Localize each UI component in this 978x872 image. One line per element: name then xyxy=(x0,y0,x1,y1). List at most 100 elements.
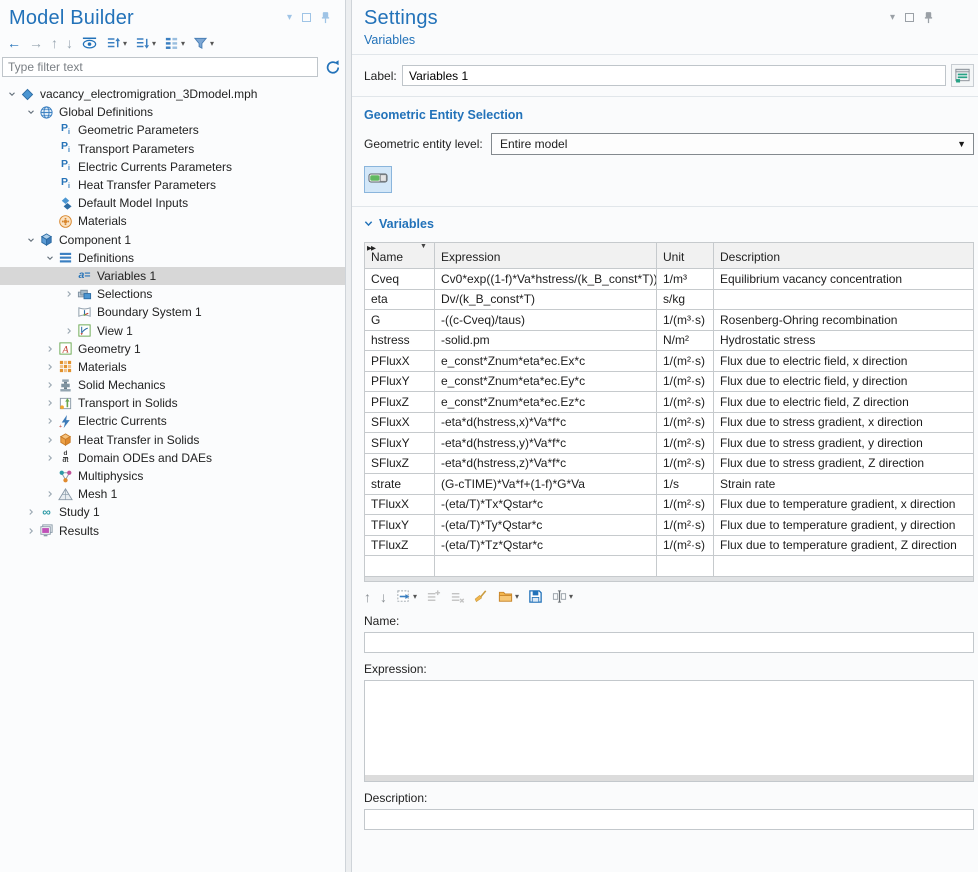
panel-menu-icon[interactable]: ▾ xyxy=(287,13,292,23)
variable-name-input[interactable] xyxy=(364,632,974,653)
label-input[interactable] xyxy=(402,65,946,86)
filter-input[interactable] xyxy=(2,57,318,77)
move-down-icon[interactable]: ↓ xyxy=(380,589,387,605)
tree-item-selections[interactable]: Selections xyxy=(0,285,345,303)
column-header-description[interactable]: Description xyxy=(714,243,974,269)
table-cell[interactable]: 1/(m²·s) xyxy=(657,453,714,474)
tree-item-geometry-1[interactable]: AGeometry 1 xyxy=(0,340,345,358)
tree-expander-icon[interactable] xyxy=(23,505,38,520)
table-cell[interactable] xyxy=(714,556,974,577)
table-cell[interactable]: 1/(m²·s) xyxy=(657,392,714,413)
tree-item-definitions[interactable]: Definitions xyxy=(0,249,345,267)
tree-item-vacancy-electromigration-3dmodel-mph[interactable]: vacancy_electromigration_3Dmodel.mph xyxy=(0,85,345,103)
tree-expander-icon[interactable] xyxy=(42,487,57,502)
table-cell[interactable]: Flux due to stress gradient, y direction xyxy=(714,433,974,454)
filter-icon[interactable]: ▾ xyxy=(193,35,214,51)
tree-expander-icon[interactable] xyxy=(4,87,19,102)
tree-item-boundary-system-1[interactable]: Boundary System 1 xyxy=(0,303,345,321)
tree-item-electric-currents-parameters[interactable]: PiElectric Currents Parameters xyxy=(0,158,345,176)
table-cell[interactable]: -(eta/T)*Tx*Qstar*c xyxy=(435,494,657,515)
table-cell[interactable]: 1/(m²·s) xyxy=(657,535,714,556)
tree-item-view-1[interactable]: View 1 xyxy=(0,321,345,339)
table-horizontal-scrollbar[interactable] xyxy=(364,577,974,582)
table-cell[interactable]: strate xyxy=(365,474,435,495)
table-cell[interactable]: e_const*Znum*eta*ec.Ez*c xyxy=(435,392,657,413)
table-cell[interactable]: (G-cTIME)*Va*f+(1-f)*G*Va xyxy=(435,474,657,495)
tree-expander-icon[interactable] xyxy=(23,105,38,120)
move-down-icon[interactable]: ↓ xyxy=(66,35,73,51)
back-icon[interactable]: ← xyxy=(7,35,21,51)
table-cell[interactable]: Flux due to stress gradient, Z direction xyxy=(714,453,974,474)
table-cell[interactable]: SFluxY xyxy=(365,433,435,454)
tree-item-global-definitions[interactable]: Global Definitions xyxy=(0,103,345,121)
table-cell[interactable]: Hydrostatic stress xyxy=(714,330,974,351)
tree-item-solid-mechanics[interactable]: Solid Mechanics xyxy=(0,376,345,394)
tree-expander-icon[interactable] xyxy=(42,250,57,265)
tree-expander-icon[interactable] xyxy=(61,287,76,302)
tree-item-heat-transfer-parameters[interactable]: PiHeat Transfer Parameters xyxy=(0,176,345,194)
tree-expander-icon[interactable] xyxy=(42,414,57,429)
table-cell[interactable]: Rosenberg-Ohring recombination xyxy=(714,310,974,331)
tree-item-variables-1[interactable]: a=Variables 1 xyxy=(0,267,345,285)
table-cell[interactable]: 1/(m²·s) xyxy=(657,351,714,372)
move-up-icon[interactable]: ↑ xyxy=(51,35,58,51)
tree-item-materials[interactable]: Materials xyxy=(0,212,345,230)
table-cell[interactable]: Cv0*exp((1-f)*Va*hstress/(k_B_const*T)) xyxy=(435,269,657,290)
table-cell[interactable]: Flux due to stress gradient, x direction xyxy=(714,412,974,433)
table-cell[interactable] xyxy=(714,289,974,310)
panel-menu-icon[interactable]: ▾ xyxy=(890,13,895,23)
table-cell[interactable]: -eta*d(hstress,y)*Va*f*c xyxy=(435,433,657,454)
table-cell[interactable]: s/kg xyxy=(657,289,714,310)
tree-expander-icon[interactable] xyxy=(42,359,57,374)
table-cell[interactable]: 1/(m³·s) xyxy=(657,310,714,331)
table-cell[interactable]: -((c-Cveq)/taus) xyxy=(435,310,657,331)
table-cell[interactable]: N/m² xyxy=(657,330,714,351)
tree-item-study-1[interactable]: ∞Study 1 xyxy=(0,503,345,521)
tree-expander-icon[interactable] xyxy=(23,523,38,538)
variable-description-input[interactable] xyxy=(364,809,974,830)
table-cell[interactable]: 1/s xyxy=(657,474,714,495)
table-cell[interactable]: Equilibrium vacancy concentration xyxy=(714,269,974,290)
tree-expander-icon[interactable] xyxy=(42,432,57,447)
move-to-table-icon[interactable]: ▾ xyxy=(396,589,417,605)
table-cell[interactable]: 1/(m²·s) xyxy=(657,494,714,515)
forward-icon[interactable]: → xyxy=(29,35,43,51)
table-cell[interactable]: 1/(m²·s) xyxy=(657,412,714,433)
table-cell[interactable]: Strain rate xyxy=(714,474,974,495)
table-cell[interactable]: -eta*d(hstress,z)*Va*f*c xyxy=(435,453,657,474)
tree-item-component-1[interactable]: Component 1 xyxy=(0,231,345,249)
table-cell[interactable]: e_const*Znum*eta*ec.Ey*c xyxy=(435,371,657,392)
move-up-icon[interactable]: ↑ xyxy=(364,589,371,605)
add-row-icon[interactable] xyxy=(426,589,441,605)
tree-expander-icon[interactable] xyxy=(42,450,57,465)
table-cell[interactable]: hstress xyxy=(365,330,435,351)
load-from-file-icon[interactable]: ▾ xyxy=(498,589,519,605)
tree-item-transport-in-solids[interactable]: Transport in Solids xyxy=(0,394,345,412)
table-cell[interactable]: -(eta/T)*Ty*Qstar*c xyxy=(435,515,657,536)
tree-item-multiphysics[interactable]: Multiphysics xyxy=(0,467,345,485)
variable-expression-input[interactable] xyxy=(365,681,973,774)
tree-item-materials[interactable]: Materials xyxy=(0,358,345,376)
table-cell[interactable]: SFluxX xyxy=(365,412,435,433)
table-cell[interactable]: -solid.pm xyxy=(435,330,657,351)
table-cell[interactable]: 1/(m²·s) xyxy=(657,433,714,454)
table-cell[interactable]: SFluxZ xyxy=(365,453,435,474)
table-cell[interactable]: Flux due to temperature gradient, x dire… xyxy=(714,494,974,515)
table-cell[interactable]: 1/(m²·s) xyxy=(657,371,714,392)
table-cell[interactable]: eta xyxy=(365,289,435,310)
table-cell[interactable]: Flux due to temperature gradient, Z dire… xyxy=(714,535,974,556)
save-to-file-icon[interactable] xyxy=(528,589,543,605)
active-toggle-button[interactable] xyxy=(364,166,392,193)
table-cell[interactable]: 1/m³ xyxy=(657,269,714,290)
float-panel-icon[interactable] xyxy=(302,13,311,22)
tree-item-results[interactable]: Results xyxy=(0,522,345,540)
expand-all-icon[interactable]: ▾ xyxy=(135,35,156,51)
delete-row-icon[interactable] xyxy=(450,589,465,605)
table-cell[interactable]: Cveq xyxy=(365,269,435,290)
geometric-entity-selection-heading[interactable]: Geometric Entity Selection xyxy=(364,108,978,122)
tree-expander-icon[interactable] xyxy=(42,378,57,393)
tree-item-mesh-1[interactable]: Mesh 1 xyxy=(0,485,345,503)
table-cell[interactable] xyxy=(657,556,714,577)
refresh-icon[interactable] xyxy=(325,59,341,75)
tree-item-domain-odes-and-daes[interactable]: ddtDomain ODEs and DAEs xyxy=(0,449,345,467)
